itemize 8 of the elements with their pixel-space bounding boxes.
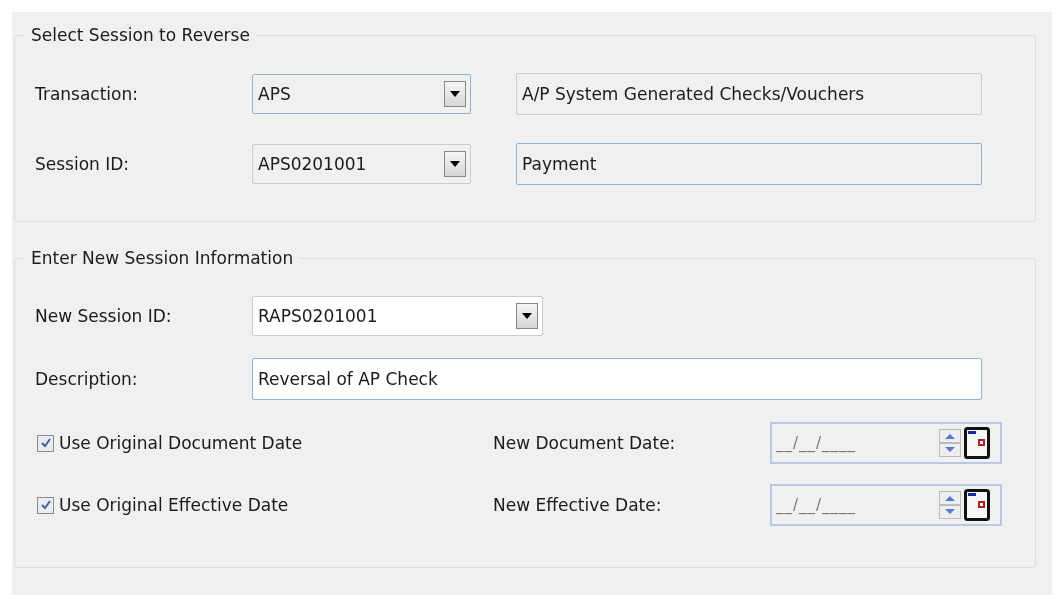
field-label: Description: — [34, 369, 139, 389]
field-label: New Effective Date: — [493, 495, 663, 515]
field-label: New Document Date: — [493, 433, 677, 453]
text-field[interactable]: Reversal of AP Check — [252, 358, 982, 400]
field-label: New Session ID: — [34, 306, 173, 326]
field-label: Transaction: — [34, 84, 139, 104]
dropdown[interactable]: RAPS0201001 — [252, 296, 543, 336]
field-label: Session ID: — [34, 154, 131, 174]
